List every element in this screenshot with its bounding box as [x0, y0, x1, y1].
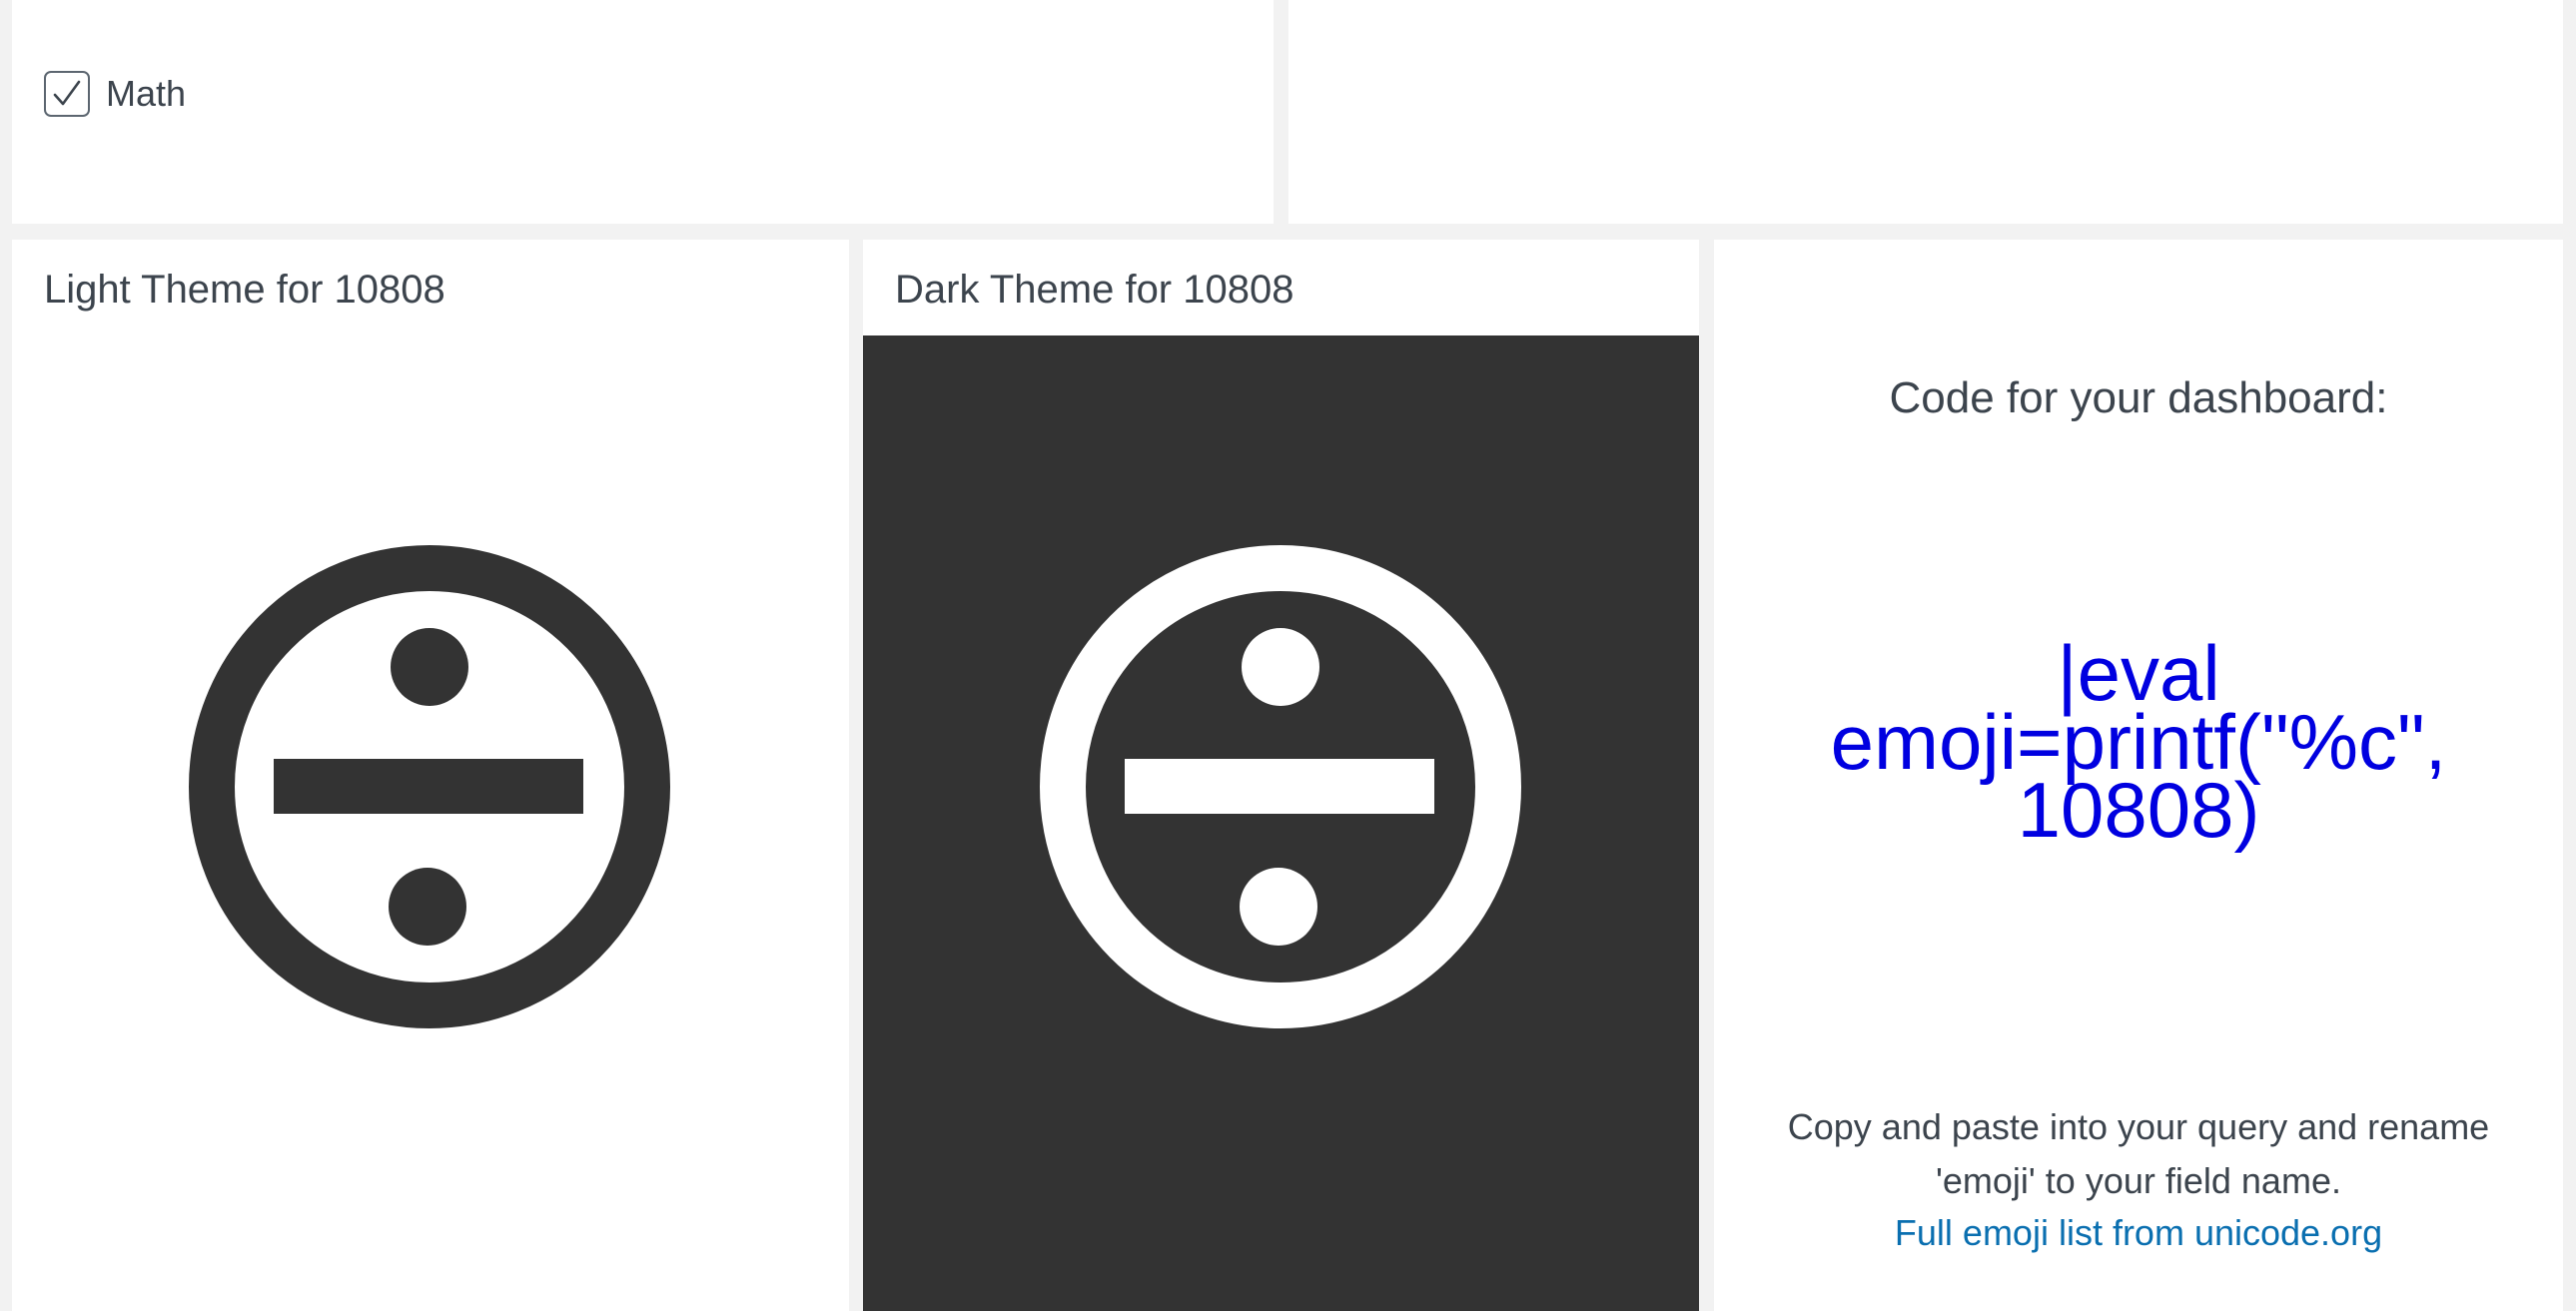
light-theme-panel: Light Theme for 10808 [12, 240, 849, 1311]
empty-panel [1288, 0, 2563, 224]
code-heading: Code for your dashboard: [1889, 373, 2388, 422]
light-theme-title: Light Theme for 10808 [44, 268, 445, 312]
math-checkbox-row[interactable]: Math [44, 71, 186, 117]
dark-theme-panel: Dark Theme for 10808 [863, 240, 1699, 1311]
circled-division-sign-icon [1040, 545, 1521, 1028]
filter-panel: Math [12, 0, 1274, 224]
unicode-emoji-list-link[interactable]: Full emoji list from unicode.org [1714, 1212, 2563, 1254]
math-checkbox-label: Math [106, 73, 187, 114]
code-snippet-line: 10808) [2017, 766, 2260, 855]
code-panel: Code for your dashboard: |eval emoji=pri… [1714, 240, 2563, 1311]
circled-division-sign-icon [189, 545, 670, 1028]
dark-theme-title: Dark Theme for 10808 [895, 268, 1294, 312]
code-instructions: Copy and paste into your query and renam… [1787, 1106, 2490, 1201]
checkmark-icon [53, 80, 81, 106]
math-checkbox[interactable] [44, 71, 90, 117]
dark-preview-area [863, 335, 1699, 1311]
code-snippet: |eval emoji=printf("%c", 10808) [1774, 634, 2503, 855]
